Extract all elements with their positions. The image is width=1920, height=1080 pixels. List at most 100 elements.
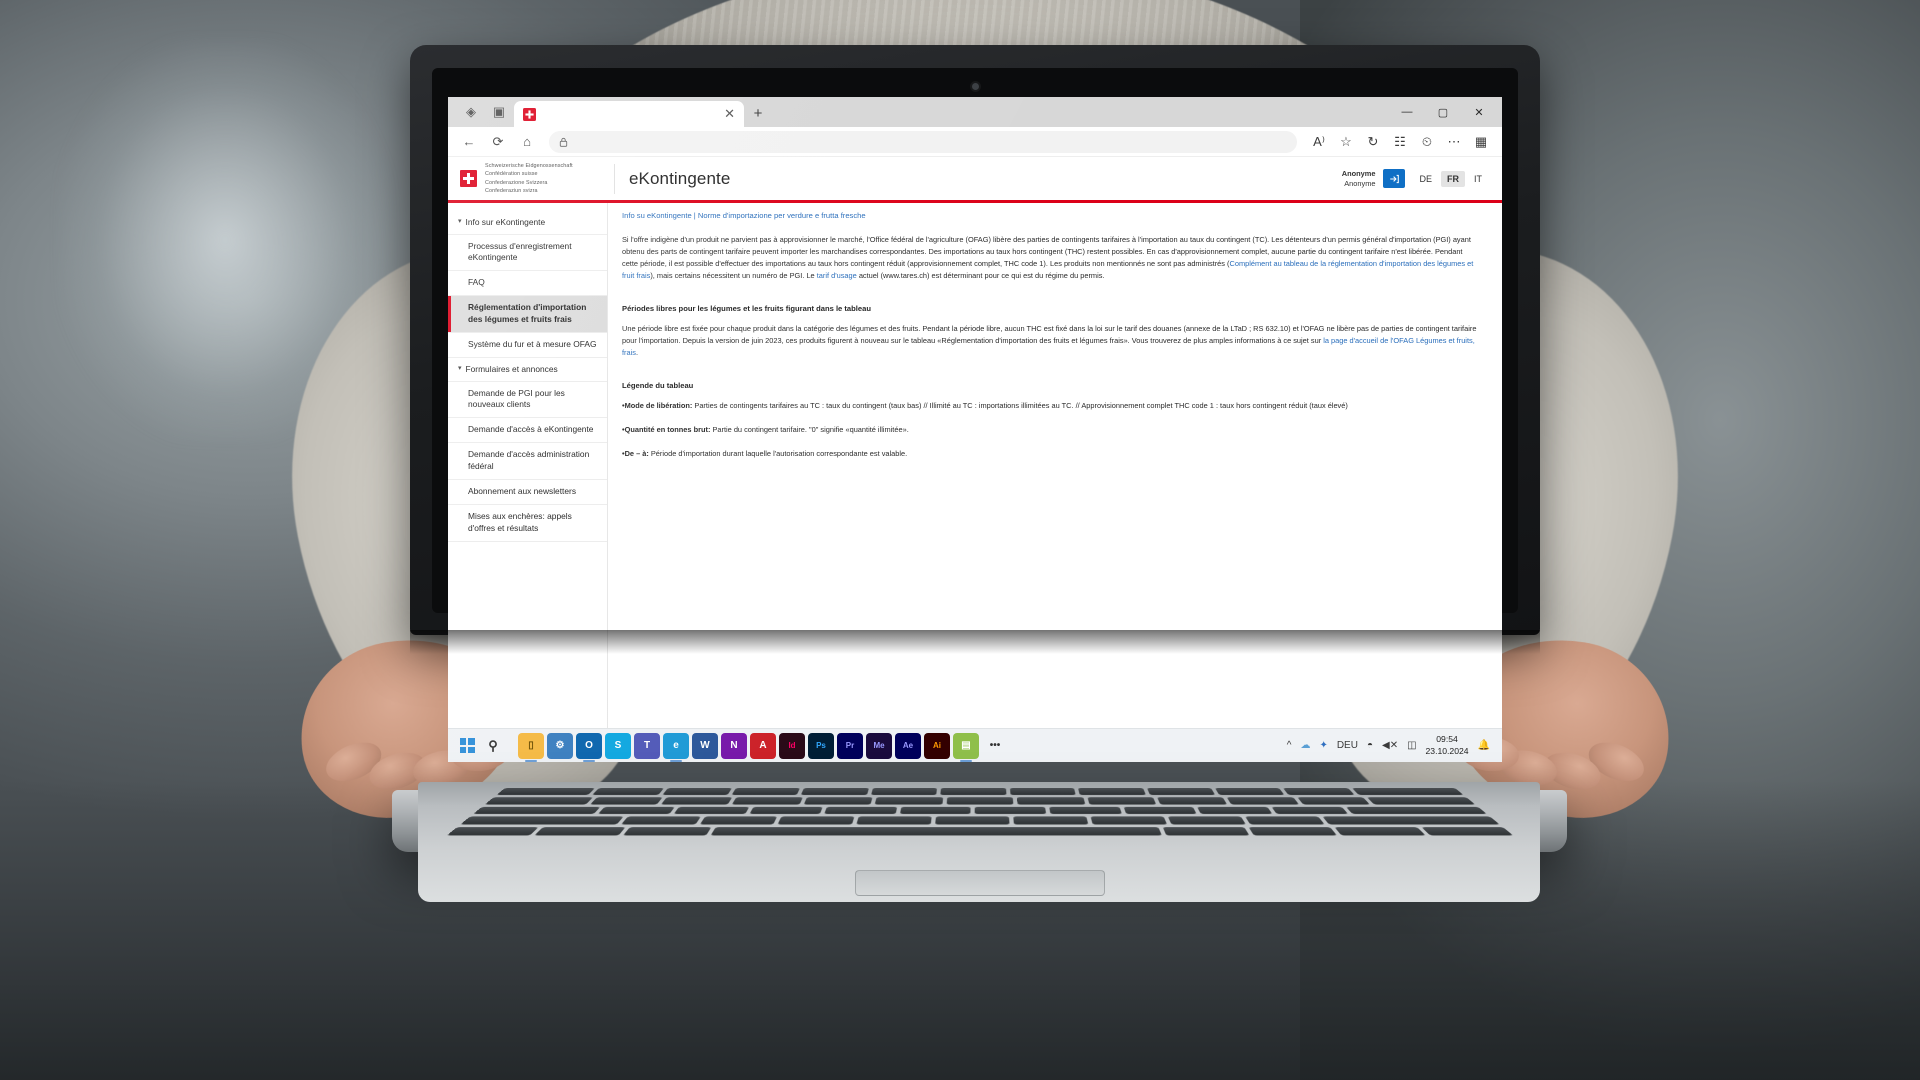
split-screen-icon[interactable]: ▣ (486, 99, 512, 125)
tray-bluetooth-icon[interactable]: ✦ (1319, 740, 1327, 751)
minimize-button[interactable]: — (1390, 100, 1424, 124)
new-tab-button[interactable]: + (746, 101, 770, 125)
maximize-button[interactable]: ▢ (1426, 100, 1460, 124)
taskbar-app-premiere[interactable]: Pr (837, 732, 863, 759)
sidebar-item-demande-acces-ekontingente[interactable]: Demande d'accès à eKontingente (448, 417, 607, 442)
sidebar-item-newsletters[interactable]: Abonnement aux newsletters (448, 479, 607, 504)
user-role: Anonyme (1344, 178, 1376, 188)
paragraph-intro: Si l'offre indigène d'un produit ne parv… (622, 234, 1480, 282)
history-icon[interactable]: ↻ (1360, 130, 1386, 154)
tray-chevron-icon[interactable]: ^ (1287, 740, 1292, 751)
tray-battery-icon[interactable]: ◫ (1407, 740, 1416, 751)
swiss-confederation-logo[interactable]: Schweizerische Eidgenossenschaft Confédé… (460, 162, 608, 196)
sidebar-group-info[interactable]: ▾ Info sur eKontingente (448, 211, 607, 234)
taskbar-app-onenote[interactable]: N (721, 732, 747, 759)
page-content: ▾ Info sur eKontingente Processus d'enre… (448, 203, 1502, 759)
taskbar-app-photoshop[interactable]: Ps (808, 732, 834, 759)
language-switcher: DE FR IT (1413, 170, 1488, 187)
read-aloud-icon[interactable]: A⁾ (1306, 130, 1332, 154)
clock-date: 23.10.2024 (1425, 745, 1469, 756)
sidebar-item-faq[interactable]: FAQ (448, 270, 607, 295)
header-divider (614, 163, 615, 194)
user-info: Anonyme Anonyme (1342, 169, 1376, 189)
keyboard-row (460, 816, 1500, 825)
window-controls: — ▢ ✕ (1390, 100, 1496, 124)
clock-time: 09:54 (1436, 734, 1458, 745)
keyboard-row (484, 797, 1475, 805)
back-icon[interactable]: ← (456, 130, 482, 154)
collections-icon[interactable]: ☷ (1387, 130, 1413, 154)
sidebar-item-demande-pgi[interactable]: Demande de PGI pour les nouveaux clients (448, 380, 607, 418)
sidebar-item-systeme[interactable]: Système du fur et à mesure OFAG (448, 332, 607, 357)
legend-item-mode-liberation: •Mode de libération: Parties de continge… (622, 400, 1480, 412)
taskbar-app-after-effects[interactable]: Ae (895, 732, 921, 759)
sidebar-group-formulaires[interactable]: ▾ Formulaires et annonces (448, 357, 607, 381)
start-button[interactable] (454, 733, 480, 759)
swiss-cross-icon (523, 107, 536, 121)
legend-item-de-a: •De – à: Période d'importation durant la… (622, 448, 1480, 460)
taskbar-app-edge[interactable]: e (663, 732, 689, 759)
close-button[interactable]: ✕ (1462, 100, 1496, 124)
sidebar-item-encheres[interactable]: Mises aux enchères: appels d'offres et r… (448, 504, 607, 542)
laptop-screen: ◈ ▣ ✕ + — ▢ ✕ ← ⟳ ⌂ A⁾ ☆ ↻ ☷ ⏲ ⋯ ▦ Schwe… (448, 97, 1502, 762)
login-arrow-icon (1390, 174, 1400, 183)
main-content: Info su eKontingente | Norme d'importazi… (608, 203, 1502, 759)
legend-text: Parties de contingents tarifaires au TC … (692, 400, 1348, 410)
tray-cloud-icon[interactable]: ☁ (1300, 740, 1310, 751)
lang-it[interactable]: IT (1468, 171, 1488, 187)
taskbar-overflow-button[interactable]: ••• (982, 733, 1008, 759)
collections-icon[interactable]: ◈ (458, 99, 484, 125)
breadcrumb[interactable]: Info su eKontingente | Norme d'importazi… (622, 211, 1480, 220)
system-tray: ^ ☁ ✦ DEU ◓ ◀✕ ◫ 09:54 23.10.2024 🔔 (1287, 734, 1496, 756)
section-title-periodes-libres: Périodes libres pour les légumes et les … (622, 303, 871, 313)
home-icon[interactable]: ⌂ (514, 130, 540, 154)
tray-volume-icon[interactable]: ◀✕ (1382, 740, 1398, 751)
taskbar-clock[interactable]: 09:54 23.10.2024 (1426, 734, 1469, 756)
favorite-icon[interactable]: ☆ (1333, 130, 1359, 154)
lang-fr[interactable]: FR (1441, 170, 1465, 187)
taskbar-app-teams[interactable]: T (634, 732, 660, 759)
taskbar-app-word[interactable]: W (692, 732, 718, 759)
taskbar-app-indesign[interactable]: Id (779, 732, 805, 759)
taskbar-apps: ▯ ⚙ O S T e W N A Id Ps Pr Me Ae Ai ▤ ••… (518, 732, 1008, 759)
section-title-legende: Légende du tableau (622, 380, 694, 390)
copilot-icon[interactable]: ⏲ (1414, 130, 1440, 154)
laptop-hinge (410, 630, 1540, 654)
swiss-cross-icon (460, 170, 477, 187)
login-button[interactable] (1383, 169, 1406, 188)
lock-icon (559, 137, 568, 147)
browser-tab[interactable]: ✕ (514, 101, 744, 127)
laptop-keyboard (446, 788, 1514, 836)
taskbar-app-calculator[interactable]: ▤ (953, 732, 979, 759)
taskbar-app-skype[interactable]: S (605, 732, 631, 759)
sidebar-item-reglementation[interactable]: Réglementation d'importation des légumes… (448, 295, 607, 333)
taskbar-app-outlook[interactable]: O (576, 732, 602, 759)
keyboard-row (496, 788, 1464, 795)
sidebar-item-demande-acces-administration[interactable]: Demande d'accès administration fédéral (448, 442, 607, 479)
profile-icon[interactable]: ▦ (1468, 130, 1494, 154)
chevron-down-icon: ▾ (458, 218, 462, 225)
taskbar-app-illustrator[interactable]: Ai (924, 732, 950, 759)
taskbar-app-file-explorer[interactable]: ▯ (518, 732, 544, 759)
chevron-down-icon: ▾ (458, 365, 462, 373)
address-bar[interactable] (549, 130, 1297, 153)
tab-close-icon[interactable]: ✕ (724, 106, 735, 122)
tray-network-icon[interactable]: ◓ (1367, 740, 1373, 751)
search-button[interactable]: ⚲ (480, 733, 506, 759)
notification-bell-icon[interactable]: 🔔 (1478, 740, 1490, 751)
refresh-icon[interactable]: ⟳ (485, 130, 511, 154)
keyboard-row (472, 806, 1488, 815)
sidebar-navigation: ▾ Info sur eKontingente Processus d'enre… (448, 203, 608, 759)
lang-de[interactable]: DE (1413, 171, 1438, 187)
sidebar-item-processus[interactable]: Processus d'enregistrement eKontingente (448, 233, 607, 271)
more-icon[interactable]: ⋯ (1441, 130, 1467, 154)
taskbar-app-acrobat[interactable]: A (750, 732, 776, 759)
legend-term: •De – à: (622, 448, 649, 458)
tray-keyboard-language[interactable]: DEU (1337, 740, 1358, 751)
legend-text: Période d'importation durant laquelle l'… (648, 448, 908, 458)
taskbar-app-media-encoder[interactable]: Me (866, 732, 892, 759)
link-tarif-usage[interactable]: tarif d'usage (817, 271, 857, 280)
paragraph-periodes-part2: . (635, 347, 639, 357)
page-title: eKontingente (629, 168, 731, 188)
taskbar-app-settings[interactable]: ⚙ (547, 732, 573, 759)
